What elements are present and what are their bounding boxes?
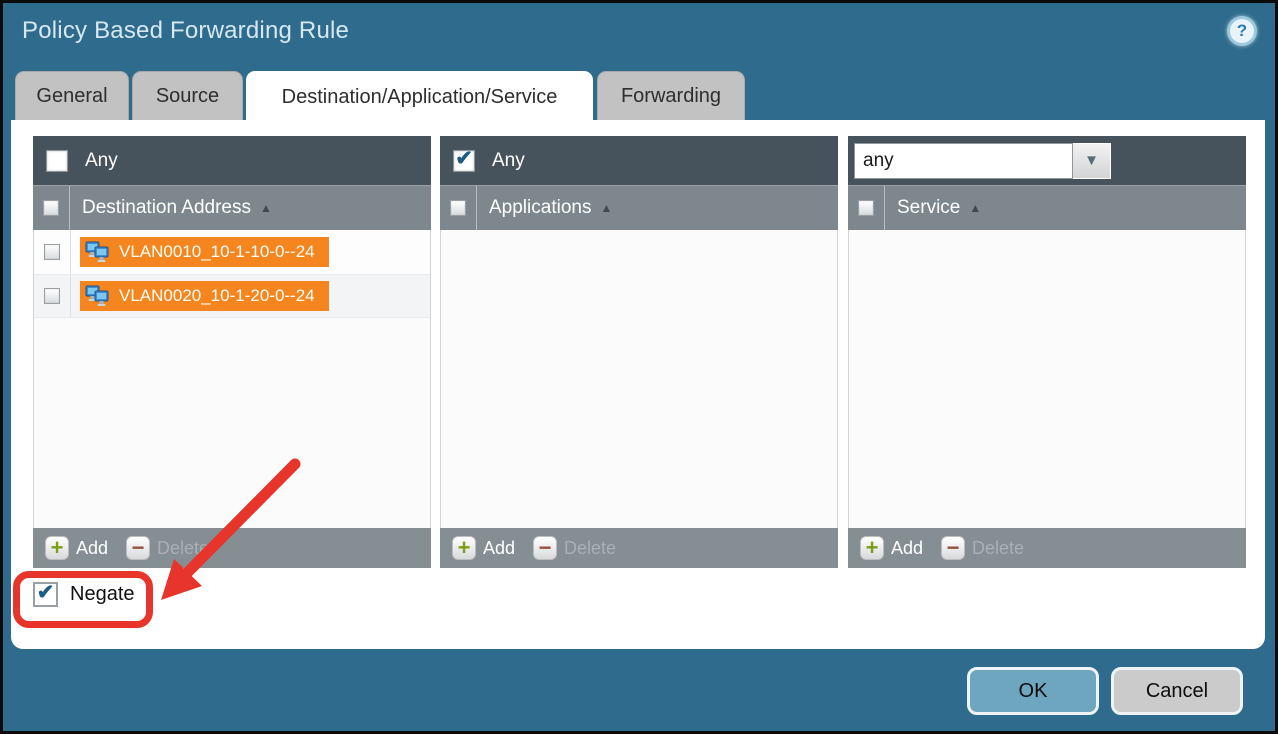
service-dropdown-input[interactable] (854, 143, 1073, 179)
negate-label: Negate (70, 583, 135, 606)
address-object-label: VLAN0020_10-1-20-0--24 (119, 286, 315, 306)
add-icon[interactable]: + (45, 536, 69, 560)
tab-destination-label: Destination/Application/Service (282, 86, 558, 109)
help-icon[interactable]: ? (1227, 16, 1257, 46)
cancel-label: Cancel (1146, 680, 1208, 703)
delete-button[interactable]: Delete (972, 538, 1024, 559)
plus-glyph: + (51, 539, 64, 557)
applications-column-header: Applications ▲ (440, 185, 838, 230)
ok-label: OK (1019, 680, 1048, 703)
tab-destination-application-service[interactable]: Destination/Application/Service (246, 71, 593, 122)
network-icon (85, 285, 111, 307)
destination-select-all-gutter (33, 186, 70, 230)
destination-header-label[interactable]: Destination Address (82, 197, 251, 219)
sort-asc-icon[interactable]: ▲ (600, 201, 612, 215)
service-toolbar: + Add − Delete (848, 528, 1246, 568)
delete-button[interactable]: Delete (564, 538, 616, 559)
applications-select-all-checkbox[interactable] (450, 200, 466, 216)
destination-any-label: Any (85, 150, 118, 172)
service-header-label[interactable]: Service (897, 197, 960, 219)
destination-column-header: Destination Address ▲ (33, 185, 431, 230)
destination-toolbar: + Add − Delete (33, 528, 431, 568)
minus-glyph: − (539, 540, 552, 555)
delete-icon[interactable]: − (941, 536, 965, 560)
check-icon: ✔ (37, 582, 55, 603)
service-dropdown[interactable]: ▼ (854, 143, 1111, 179)
negate-checkbox[interactable]: ✔ (33, 582, 58, 607)
applications-any-checkbox[interactable]: ✔ (453, 150, 475, 172)
applications-any-label: Any (492, 150, 525, 172)
service-select-all-gutter (848, 186, 885, 230)
delete-button[interactable]: Delete (157, 538, 209, 559)
applications-toolbar: + Add − Delete (440, 528, 838, 568)
row-checkbox[interactable] (44, 288, 60, 304)
add-button[interactable]: Add (76, 538, 108, 559)
cancel-button[interactable]: Cancel (1111, 667, 1243, 715)
row-checkbox[interactable] (44, 244, 60, 260)
tab-forwarding[interactable]: Forwarding (597, 71, 745, 121)
help-glyph: ? (1237, 21, 1247, 41)
applications-list (440, 230, 838, 528)
destination-select-all-checkbox[interactable] (43, 200, 59, 216)
delete-icon[interactable]: − (126, 536, 150, 560)
row-gutter (34, 275, 71, 317)
row-gutter (34, 230, 71, 274)
minus-glyph: − (132, 540, 145, 555)
add-button[interactable]: Add (891, 538, 923, 559)
network-icon (85, 241, 111, 263)
tab-forwarding-label: Forwarding (621, 85, 721, 108)
applications-header-label[interactable]: Applications (489, 197, 591, 219)
chevron-down-icon[interactable]: ▼ (1073, 143, 1111, 179)
destination-any-header: Any (33, 136, 431, 185)
tab-general[interactable]: General (15, 71, 129, 121)
add-icon[interactable]: + (860, 536, 884, 560)
plus-glyph: + (866, 539, 879, 557)
minus-glyph: − (947, 540, 960, 555)
add-icon[interactable]: + (452, 536, 476, 560)
address-object-tag[interactable]: VLAN0010_10-1-10-0--24 (80, 237, 329, 267)
tab-source[interactable]: Source (132, 71, 243, 121)
service-any-header: ▼ (848, 136, 1246, 185)
service-list (848, 230, 1246, 528)
service-column-header: Service ▲ (848, 185, 1246, 230)
dialog-title: Policy Based Forwarding Rule (22, 17, 349, 45)
service-panel: ▼ Service ▲ + Add (848, 136, 1246, 568)
destination-address-panel: Any Destination Address ▲ (33, 136, 431, 568)
applications-select-all-gutter (440, 186, 477, 230)
check-icon: ✔ (455, 148, 473, 169)
delete-icon[interactable]: − (533, 536, 557, 560)
tab-general-label: General (36, 85, 107, 108)
dropdown-glyph: ▼ (1084, 152, 1099, 169)
destination-any-checkbox[interactable] (46, 150, 68, 172)
pbf-rule-dialog: Policy Based Forwarding Rule ? General S… (3, 3, 1275, 731)
table-row[interactable]: VLAN0020_10-1-20-0--24 (34, 274, 430, 318)
tab-content-panel: Any Destination Address ▲ (11, 120, 1265, 649)
sort-asc-icon[interactable]: ▲ (969, 201, 981, 215)
tab-source-label: Source (156, 85, 219, 108)
service-select-all-checkbox[interactable] (858, 200, 874, 216)
address-object-tag[interactable]: VLAN0020_10-1-20-0--24 (80, 281, 329, 311)
add-button[interactable]: Add (483, 538, 515, 559)
sort-asc-icon[interactable]: ▲ (260, 201, 272, 215)
applications-panel: ✔ Any Applications ▲ + Add (440, 136, 838, 568)
screenshot-frame: Policy Based Forwarding Rule ? General S… (0, 0, 1278, 734)
applications-any-header: ✔ Any (440, 136, 838, 185)
ok-button[interactable]: OK (967, 667, 1099, 715)
address-object-label: VLAN0010_10-1-10-0--24 (119, 242, 315, 262)
negate-row: ✔ Negate (33, 582, 135, 607)
destination-list: VLAN0010_10-1-10-0--24 (33, 230, 431, 528)
table-row[interactable]: VLAN0010_10-1-10-0--24 (34, 230, 430, 274)
plus-glyph: + (458, 539, 471, 557)
